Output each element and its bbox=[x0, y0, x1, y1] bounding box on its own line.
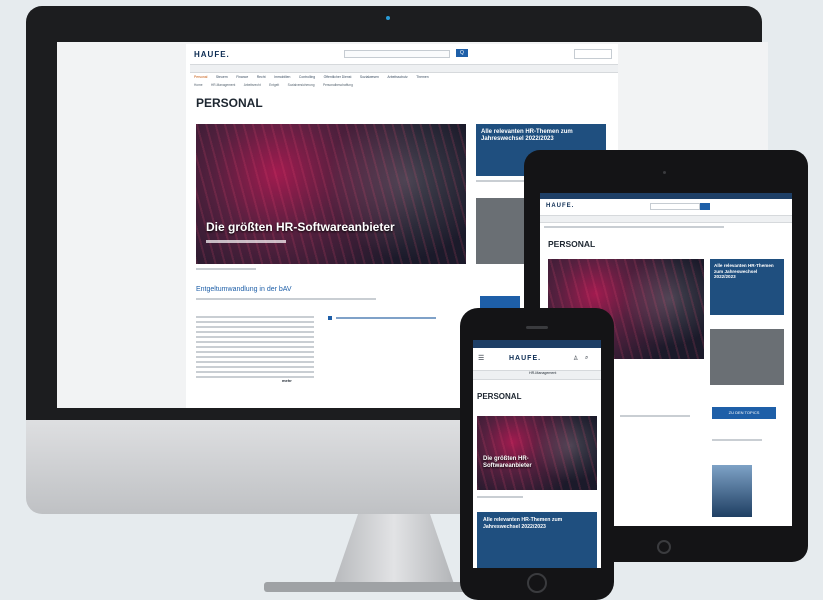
tablet-second-card[interactable] bbox=[710, 329, 784, 385]
tablet-topics-button[interactable]: ZU DEN TOPICS bbox=[712, 407, 776, 419]
tablet-subnav bbox=[544, 226, 724, 228]
camera-icon bbox=[386, 16, 390, 20]
tablet-search-input[interactable] bbox=[650, 203, 700, 210]
side-card-title: Alle relevanten HR-Themen zum Jahreswech… bbox=[481, 129, 573, 142]
tablet-side-card[interactable]: Alle relevanten HR-Themen zum Jahreswech… bbox=[710, 259, 784, 315]
hero-caption bbox=[196, 268, 256, 270]
sub-item-hr-management[interactable]: HR-Management bbox=[211, 82, 235, 89]
phone-hero-title[interactable]: Die größten HR-Softwareanbieter bbox=[483, 456, 573, 470]
teaser-text bbox=[196, 316, 314, 318]
tablet-book-cover[interactable] bbox=[712, 465, 752, 517]
phone-hero-caption bbox=[477, 496, 523, 498]
tablet-status-bar bbox=[540, 193, 792, 199]
page-title: PERSONAL bbox=[196, 96, 263, 110]
phone-screen: ☰ HAUFE. ♙ ⌕ HR-Management PERSONAL Die … bbox=[473, 340, 601, 568]
sub-item-home[interactable]: Home bbox=[194, 82, 203, 89]
menu-icon[interactable]: ☰ bbox=[478, 354, 484, 362]
sub-item-sozialversicherung[interactable]: Sozialversicherung bbox=[288, 82, 315, 89]
user-icon[interactable]: ♙ bbox=[573, 355, 578, 362]
teaser-more-link[interactable]: mehr bbox=[282, 378, 292, 383]
sub-nav: Home HR-Management Arbeitsrecht Entgelt … bbox=[194, 73, 614, 87]
teaser-meta bbox=[196, 298, 376, 300]
account-button[interactable] bbox=[574, 49, 612, 59]
tablet-sidebar-line bbox=[712, 439, 762, 441]
main-nav: Personal Steuern Finance Recht Immobilie… bbox=[190, 64, 618, 79]
phone-tab-active[interactable]: HR-Management bbox=[529, 371, 556, 375]
tablet-nav bbox=[540, 215, 792, 223]
hero-image[interactable]: Die größten HR-Softwareanbieter bbox=[196, 124, 466, 264]
phone-page-title: PERSONAL bbox=[477, 392, 522, 401]
document-icon bbox=[328, 316, 332, 320]
hero-title[interactable]: Die größten HR-Softwareanbieter bbox=[206, 220, 395, 234]
search-icon: Q bbox=[460, 50, 464, 56]
sub-item-arbeitsrecht[interactable]: Arbeitsrecht bbox=[244, 82, 261, 89]
search-icon[interactable]: ⌕ bbox=[585, 355, 588, 362]
teaser-link[interactable] bbox=[336, 317, 436, 319]
phone-speaker bbox=[526, 326, 548, 329]
tablet-camera-icon bbox=[663, 171, 666, 174]
sub-item-personalbeschaffung[interactable]: Personalbeschaffung bbox=[323, 82, 353, 89]
phone-home-button[interactable] bbox=[527, 573, 547, 593]
search-input[interactable] bbox=[344, 50, 450, 58]
search-button[interactable]: Q bbox=[456, 49, 468, 57]
phone-logo[interactable]: HAUFE. bbox=[509, 355, 541, 362]
sub-item-entgelt[interactable]: Entgelt bbox=[269, 82, 279, 89]
tablet-teaser-line bbox=[620, 415, 690, 417]
hero-meta bbox=[206, 240, 286, 243]
tablet-search-button[interactable] bbox=[700, 203, 710, 210]
phone-side-card-title: Alle relevanten HR-Themen zum Jahreswech… bbox=[483, 517, 563, 530]
tablet-home-button[interactable] bbox=[657, 540, 671, 554]
imac-stand bbox=[334, 514, 454, 584]
tablet-logo[interactable]: HAUFE. bbox=[546, 203, 574, 209]
phone-status-bar bbox=[473, 340, 601, 348]
phone-hero-image[interactable]: Die größten HR-Softwareanbieter bbox=[477, 416, 597, 490]
tablet-side-card-title: Alle relevanten HR-Themen zum Jahreswech… bbox=[714, 263, 774, 279]
teaser-title[interactable]: Entgeltumwandlung in der bAV bbox=[196, 286, 292, 293]
phone-side-card[interactable]: Alle relevanten HR-Themen zum Jahreswech… bbox=[477, 512, 597, 568]
tablet-page-title: PERSONAL bbox=[548, 239, 596, 249]
brand-logo[interactable]: HAUFE. bbox=[194, 50, 230, 59]
